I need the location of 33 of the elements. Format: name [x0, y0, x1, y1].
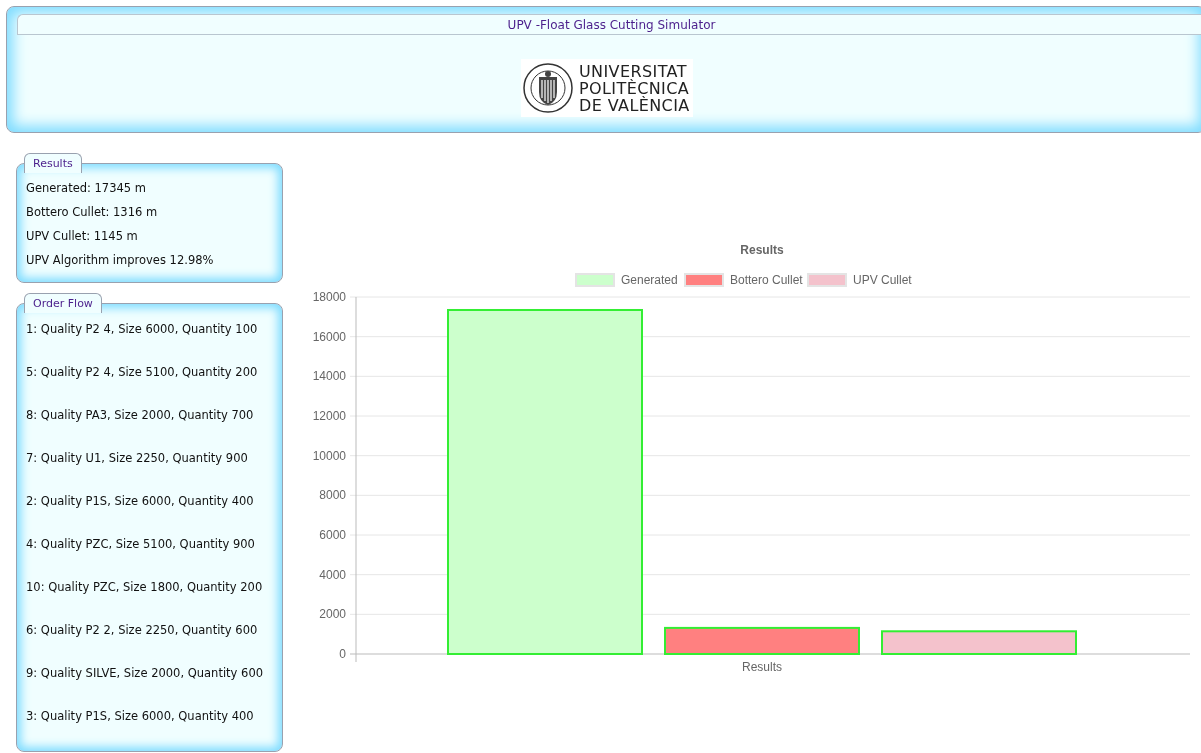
legend-label[interactable]: UPV Cullet	[853, 273, 912, 287]
result-line: UPV Cullet: 1145 m	[26, 228, 139, 245]
chart-title: Results	[740, 243, 784, 257]
legend-label[interactable]: Generated	[621, 273, 678, 287]
order-item: 4: Quality PZC, Size 5100, Quantity 900	[26, 536, 256, 553]
y-tick-label: 10000	[312, 448, 346, 463]
y-tick-label: 14000	[312, 369, 346, 384]
result-line: UPV Algorithm improves 12.98%	[26, 252, 215, 269]
y-tick-label: 18000	[312, 290, 346, 304]
y-tick-label: 4000	[319, 567, 346, 582]
x-category-label: Results	[742, 660, 782, 674]
order-item: 6: Quality P2 2, Size 2250, Quantity 600	[26, 622, 259, 639]
order-item: 3: Quality P1S, Size 6000, Quantity 400	[26, 708, 255, 725]
y-tick-label: 16000	[312, 329, 346, 344]
y-tick-label: 8000	[319, 488, 346, 503]
order-item: 5: Quality P2 4, Size 5100, Quantity 200	[26, 364, 259, 381]
y-tick-label: 0	[339, 647, 346, 661]
legend-label[interactable]: Bottero Cullet	[730, 273, 803, 287]
y-tick-label: 6000	[319, 528, 346, 542]
order-item: 9: Quality SILVE, Size 2000, Quantity 600	[26, 665, 264, 682]
order-item: 10: Quality PZC, Size 1800, Quantity 200	[26, 579, 264, 596]
result-line: Generated: 17345 m	[26, 180, 147, 197]
y-tick-label: 12000	[312, 409, 346, 423]
panel-legend: Order Flow	[24, 293, 102, 313]
order-item: 7: Quality U1, Size 2250, Quantity 900	[26, 450, 249, 467]
order-item: 2: Quality P1S, Size 6000, Quantity 400	[26, 493, 255, 510]
panel-legend: Results	[24, 153, 82, 173]
window-title: UPV -Float Glass Cutting Simulator	[507, 16, 716, 34]
university-logo-text: UNIVERSITAT POLITÈCNICA DE VALÈNCIA	[579, 62, 690, 114]
order-item: 8: Quality PA3, Size 2000, Quantity 700	[26, 407, 255, 424]
y-tick-label: 2000	[319, 607, 346, 622]
order-item: 1: Quality P2 4, Size 6000, Quantity 100	[26, 321, 259, 338]
result-line: Bottero Cullet: 1316 m	[26, 204, 159, 221]
